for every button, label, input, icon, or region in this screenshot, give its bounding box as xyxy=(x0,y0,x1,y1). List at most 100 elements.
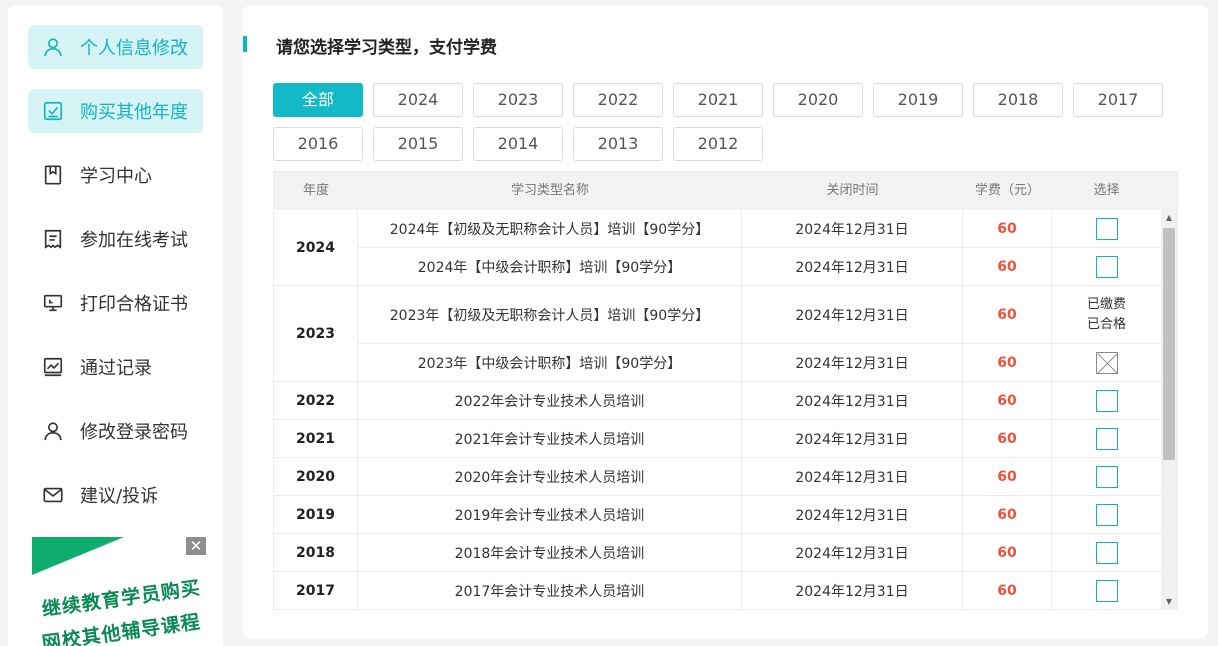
select-cell[interactable] xyxy=(1052,534,1161,572)
select-cell[interactable] xyxy=(1052,420,1161,458)
close-time: 2024年12月31日 xyxy=(742,458,963,496)
course-name: 2018年会计专业技术人员培训 xyxy=(358,534,742,572)
sidebar-item-label: 修改登录密码 xyxy=(80,422,188,443)
select-cell[interactable] xyxy=(1052,572,1161,610)
fee-value: 60 xyxy=(963,458,1052,496)
user-icon xyxy=(42,36,64,58)
close-time: 2024年12月31日 xyxy=(742,286,963,344)
table-header: 年度 学习类型名称 关闭时间 学费（元） 选择 xyxy=(274,172,1177,210)
year-filter-2018[interactable]: 2018 xyxy=(973,83,1063,117)
fee-value: 60 xyxy=(963,496,1052,534)
course-name: 2019年会计专业技术人员培训 xyxy=(358,496,742,534)
row-year: 2018 xyxy=(274,534,358,572)
scrollbar[interactable]: ▲ ▼ xyxy=(1161,210,1177,610)
fee-value: 60 xyxy=(963,572,1052,610)
sidebar-item-4[interactable]: 打印合格证书 xyxy=(28,281,203,325)
course-name: 2021年会计专业技术人员培训 xyxy=(358,420,742,458)
status-paid: 已缴费 xyxy=(1086,296,1126,312)
select-checkbox[interactable] xyxy=(1095,389,1118,412)
fee-value: 60 xyxy=(963,248,1052,286)
sidebar-item-3[interactable]: 参加在线考试 xyxy=(28,217,203,261)
select-cell[interactable] xyxy=(1052,496,1161,534)
checkbox-icon xyxy=(42,100,64,122)
fee-value: 60 xyxy=(963,534,1052,572)
year-filter-2021[interactable]: 2021 xyxy=(673,83,763,117)
year-filter-2013[interactable]: 2013 xyxy=(573,127,663,161)
sidebar-item-7[interactable]: 建议/投诉 xyxy=(28,473,203,517)
select-cell: 已缴费 已合格 xyxy=(1052,286,1161,344)
disabled-checkbox-icon xyxy=(1095,351,1118,374)
close-time: 2024年12月31日 xyxy=(742,344,963,382)
select-checkbox[interactable] xyxy=(1095,427,1118,450)
row-year: 2024 xyxy=(274,210,358,286)
select-checkbox[interactable] xyxy=(1095,255,1118,278)
fee-value: 60 xyxy=(963,210,1052,248)
scroll-down-icon[interactable]: ▼ xyxy=(1161,594,1177,610)
row-year: 2021 xyxy=(274,420,358,458)
page-title: 请您选择学习类型，支付学费 xyxy=(276,38,497,58)
status-badge: 已缴费 已合格 xyxy=(1087,295,1126,335)
year-filter-2024[interactable]: 2024 xyxy=(373,83,463,117)
select-cell[interactable] xyxy=(1052,210,1161,248)
sidebar-item-2[interactable]: 学习中心 xyxy=(28,153,203,197)
fee-value: 60 xyxy=(963,286,1052,344)
user-icon xyxy=(42,420,64,442)
sidebar-item-label: 通过记录 xyxy=(80,358,152,379)
select-checkbox[interactable] xyxy=(1095,579,1118,602)
promo-decoration xyxy=(32,537,124,575)
select-checkbox[interactable] xyxy=(1095,503,1118,526)
course-name: 2022年会计专业技术人员培训 xyxy=(358,382,742,420)
close-time: 2024年12月31日 xyxy=(742,382,963,420)
course-table: 年度 学习类型名称 关闭时间 学费（元） 选择 2024 2024年【初级及无职称… xyxy=(273,171,1178,610)
monitor-icon xyxy=(42,292,64,314)
close-icon[interactable]: ✕ xyxy=(186,537,206,555)
header-fee: 学费（元） xyxy=(974,183,1040,198)
fee-value: 60 xyxy=(963,344,1052,382)
close-time: 2024年12月31日 xyxy=(742,210,963,248)
header-close-time: 关闭时间 xyxy=(826,183,879,198)
sidebar: 个人信息修改 购买其他年度 学习中心参加在线考试打印合格证书通过记录修改登录密码建议… xyxy=(8,5,223,646)
close-time: 2024年12月31日 xyxy=(742,420,963,458)
mail-icon xyxy=(42,484,64,506)
select-cell[interactable] xyxy=(1052,458,1161,496)
row-year: 2020 xyxy=(274,458,358,496)
promo-banner[interactable]: ✕ 继续教育学员购买 网校其他辅导课程 xyxy=(32,537,208,646)
sidebar-item-5[interactable]: 通过记录 xyxy=(28,345,203,389)
select-cell[interactable] xyxy=(1052,248,1161,286)
year-filter-全部[interactable]: 全部 xyxy=(273,83,363,117)
year-filter-2017[interactable]: 2017 xyxy=(1073,83,1163,117)
course-name: 2024年【中级会计职称】培训【90学分】 xyxy=(358,248,742,286)
fee-value: 60 xyxy=(963,420,1052,458)
select-checkbox[interactable] xyxy=(1095,541,1118,564)
fee-value: 60 xyxy=(963,382,1052,420)
select-checkbox[interactable] xyxy=(1095,465,1118,488)
sidebar-item-6[interactable]: 修改登录密码 xyxy=(28,409,203,453)
year-filter-2014[interactable]: 2014 xyxy=(473,127,563,161)
year-filter-2019[interactable]: 2019 xyxy=(873,83,963,117)
select-checkbox[interactable] xyxy=(1095,217,1118,240)
course-name: 2017年会计专业技术人员培训 xyxy=(358,572,742,610)
select-cell[interactable] xyxy=(1052,382,1161,420)
document-icon xyxy=(42,228,64,250)
row-year: 2023 xyxy=(274,286,358,382)
scroll-up-icon[interactable]: ▲ xyxy=(1161,210,1177,226)
year-filter-2012[interactable]: 2012 xyxy=(673,127,763,161)
year-filter-2015[interactable]: 2015 xyxy=(373,127,463,161)
row-year: 2019 xyxy=(274,496,358,534)
year-filter-2023[interactable]: 2023 xyxy=(473,83,563,117)
scrollbar-thumb[interactable] xyxy=(1163,228,1175,460)
main-panel: 请您选择学习类型，支付学费 全部 2024 2023 2022 2021 2020 2019… xyxy=(243,5,1208,639)
sidebar-item-1[interactable]: 购买其他年度 xyxy=(28,89,203,133)
chart-icon xyxy=(42,356,64,378)
row-year: 2022 xyxy=(274,382,358,420)
course-name: 2024年【初级及无职称会计人员】培训【90学分】 xyxy=(358,210,742,248)
year-filter-2020[interactable]: 2020 xyxy=(773,83,863,117)
header-year: 年度 xyxy=(302,183,329,198)
course-name: 2020年会计专业技术人员培训 xyxy=(358,458,742,496)
year-filter-2016[interactable]: 2016 xyxy=(273,127,363,161)
year-filter-2022[interactable]: 2022 xyxy=(573,83,663,117)
course-name: 2023年【中级会计职称】培训【90学分】 xyxy=(358,344,742,382)
sidebar-item-label: 参加在线考试 xyxy=(80,230,188,251)
sidebar-item-0[interactable]: 个人信息修改 xyxy=(28,25,203,69)
close-time: 2024年12月31日 xyxy=(742,572,963,610)
